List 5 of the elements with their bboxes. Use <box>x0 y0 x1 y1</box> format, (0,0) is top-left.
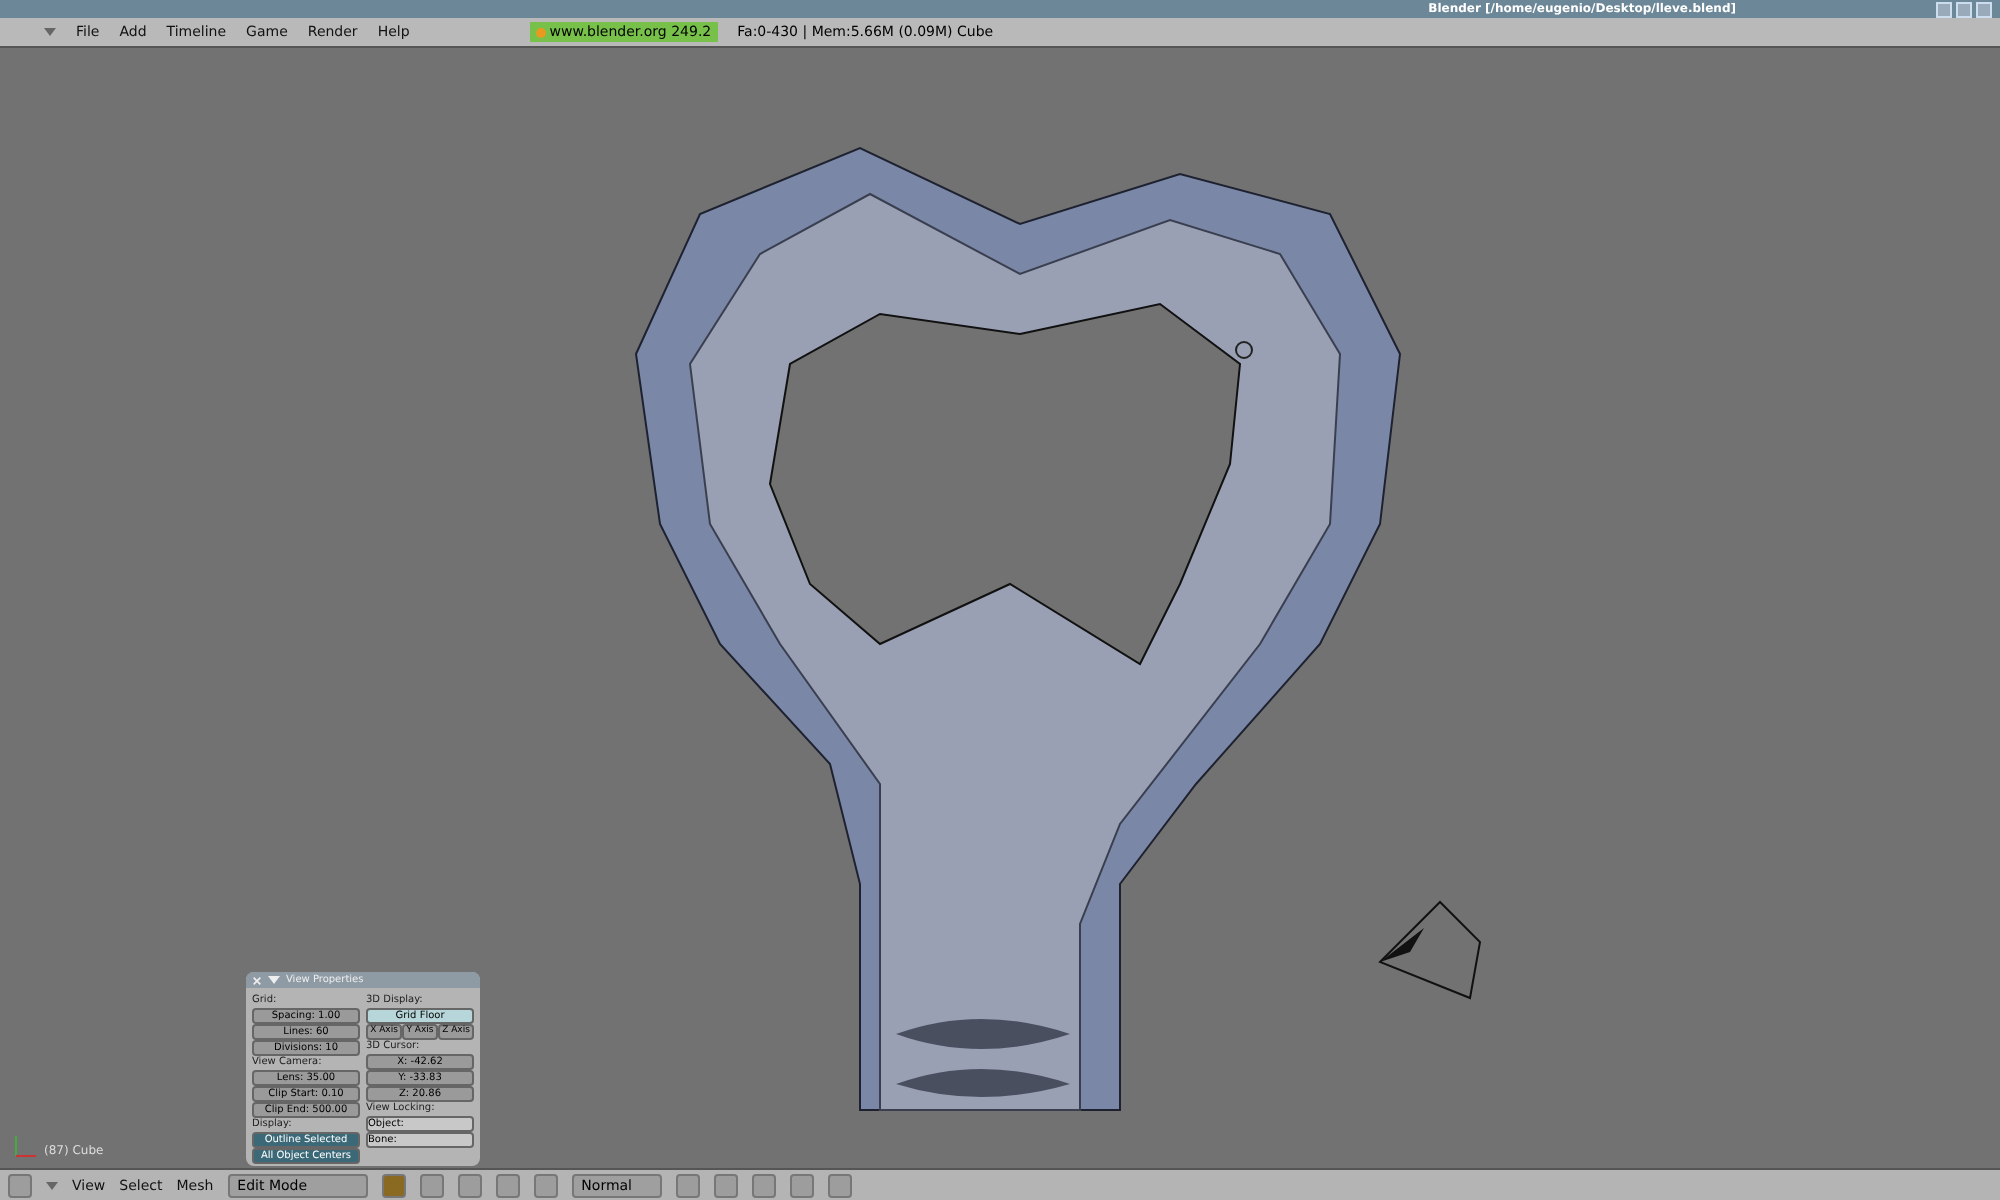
axis-gizmo-icon <box>12 1132 40 1160</box>
logo-icon <box>535 27 546 37</box>
caret-icon[interactable] <box>46 1181 58 1189</box>
camera-drawing <box>1378 900 1482 1000</box>
caret-icon[interactable] <box>44 28 56 36</box>
